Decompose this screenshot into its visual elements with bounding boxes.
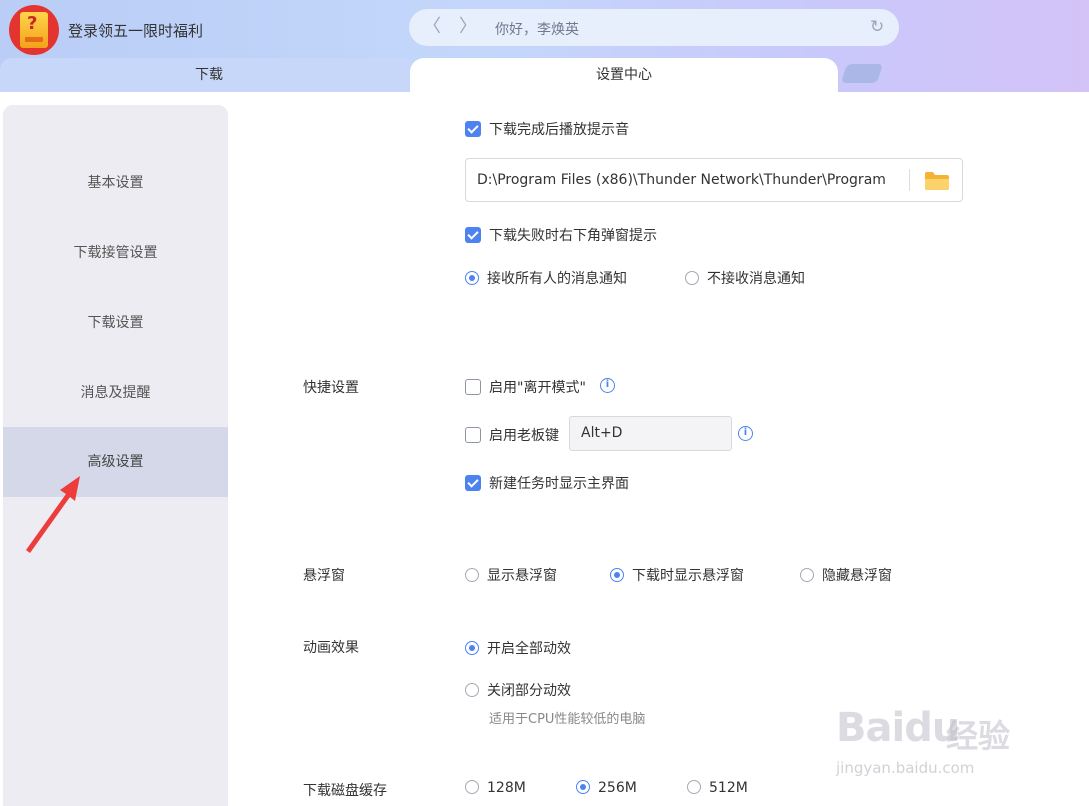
receive-all-option[interactable]: 接收所有人的消息通知 (465, 268, 627, 288)
floating-download-radio[interactable] (610, 568, 624, 582)
sidebar-item-advanced-settings[interactable]: 高级设置 (3, 427, 228, 497)
boss-key-label: 启用老板键 (489, 428, 559, 444)
receive-none-label: 不接收消息通知 (707, 271, 805, 287)
floating-show-radio[interactable] (465, 568, 479, 582)
disk-cache-512-label: 512M (709, 780, 748, 796)
floating-download-label: 下载时显示悬浮窗 (632, 568, 744, 584)
section-label-animation: 动画效果 (303, 640, 359, 656)
receive-none-option[interactable]: 不接收消息通知 (685, 268, 805, 288)
away-mode-label: 启用"离开模式" (489, 380, 586, 396)
address-greeting-text: 你好，李焕英 (495, 22, 579, 38)
title-bar: 登录领五一限时福利 〈 〉 你好，李焕英 ↻ 下载 设置中心 (0, 0, 1089, 92)
avatar-card-graphic (20, 12, 48, 48)
away-mode-option[interactable]: 启用"离开模式" (465, 377, 586, 397)
boss-key-option[interactable]: 启用老板键 (465, 425, 559, 445)
floating-option-show-when-downloading[interactable]: 下载时显示悬浮窗 (610, 565, 744, 585)
back-arrow-icon[interactable]: 〈 (423, 17, 441, 37)
animation-disable-some-radio[interactable] (465, 683, 479, 697)
floating-hide-label: 隐藏悬浮窗 (822, 568, 892, 584)
new-tab-icon[interactable] (840, 64, 884, 83)
scroll-clip (230, 92, 1089, 95)
fail-popup-label: 下载失败时右下角弹窗提示 (489, 228, 657, 244)
sidebar-item-download-takeover[interactable]: 下载接管设置 (3, 218, 228, 288)
floating-hide-radio[interactable] (800, 568, 814, 582)
path-divider (909, 169, 910, 191)
address-bar[interactable]: 〈 〉 你好，李焕英 ↻ (409, 9, 899, 46)
sound-path-field[interactable]: D:\Program Files (x86)\Thunder Network\T… (465, 158, 963, 202)
section-label-floating-window: 悬浮窗 (303, 568, 345, 584)
play-sound-label: 下载完成后播放提示音 (489, 122, 629, 138)
show-main-label: 新建任务时显示主界面 (489, 476, 629, 492)
floating-option-hide[interactable]: 隐藏悬浮窗 (800, 565, 892, 585)
sidebar-item-download-settings[interactable]: 下载设置 (3, 288, 228, 358)
disk-cache-option-256[interactable]: 256M (576, 780, 637, 796)
disk-cache-option-128[interactable]: 128M (465, 780, 526, 796)
floating-option-show[interactable]: 显示悬浮窗 (465, 565, 557, 585)
disk-cache-256-radio[interactable] (576, 780, 590, 794)
floating-show-label: 显示悬浮窗 (487, 568, 557, 584)
disk-cache-512-radio[interactable] (687, 780, 701, 794)
animation-hint-text: 适用于CPU性能较低的电脑 (489, 712, 646, 727)
promo-text[interactable]: 登录领五一限时福利 (68, 20, 203, 41)
tab-download[interactable]: 下载 (0, 58, 418, 92)
disk-cache-128-label: 128M (487, 780, 526, 796)
disk-cache-256-label: 256M (598, 780, 637, 796)
settings-content: 下载完成后播放提示音 D:\Program Files (x86)\Thunde… (230, 92, 1089, 806)
receive-all-label: 接收所有人的消息通知 (487, 271, 627, 287)
forward-arrow-icon[interactable]: 〉 (459, 17, 477, 37)
receive-all-radio[interactable] (465, 271, 479, 285)
fail-popup-checkbox[interactable] (465, 227, 481, 243)
refresh-icon[interactable]: ↻ (870, 17, 884, 37)
animation-enable-all-label: 开启全部动效 (487, 641, 571, 657)
show-main-option[interactable]: 新建任务时显示主界面 (465, 473, 629, 493)
boss-key-value[interactable]: Alt+D (581, 425, 622, 441)
away-mode-checkbox[interactable] (465, 379, 481, 395)
play-sound-checkbox[interactable] (465, 121, 481, 137)
receive-none-radio[interactable] (685, 271, 699, 285)
sidebar-item-messages-reminders[interactable]: 消息及提醒 (3, 358, 228, 428)
disk-cache-128-radio[interactable] (465, 780, 479, 794)
animation-disable-some-option[interactable]: 关闭部分动效 (465, 680, 571, 700)
settings-sidebar: 基本设置 下载接管设置 下载设置 消息及提醒 高级设置 (3, 105, 228, 806)
section-label-shortcut: 快捷设置 (303, 380, 359, 396)
boss-key-info-icon[interactable]: i (738, 426, 753, 441)
animation-enable-all-option[interactable]: 开启全部动效 (465, 638, 571, 658)
boss-key-input[interactable]: Alt+D (569, 416, 732, 451)
disk-cache-option-512[interactable]: 512M (687, 780, 748, 796)
fail-popup-option[interactable]: 下载失败时右下角弹窗提示 (465, 225, 657, 245)
animation-disable-some-label: 关闭部分动效 (487, 683, 571, 699)
user-avatar-icon[interactable] (9, 5, 59, 55)
tab-settings-center[interactable]: 设置中心 (410, 58, 838, 92)
sidebar-item-basic-settings[interactable]: 基本设置 (3, 148, 228, 218)
show-main-checkbox[interactable] (465, 475, 481, 491)
animation-enable-all-radio[interactable] (465, 641, 479, 655)
boss-key-checkbox[interactable] (465, 427, 481, 443)
play-sound-option[interactable]: 下载完成后播放提示音 (465, 119, 629, 139)
sound-path-value[interactable]: D:\Program Files (x86)\Thunder Network\T… (477, 172, 901, 188)
section-label-disk-cache: 下载磁盘缓存 (303, 783, 387, 799)
folder-icon[interactable] (924, 171, 950, 191)
away-mode-info-icon[interactable]: i (600, 378, 615, 393)
